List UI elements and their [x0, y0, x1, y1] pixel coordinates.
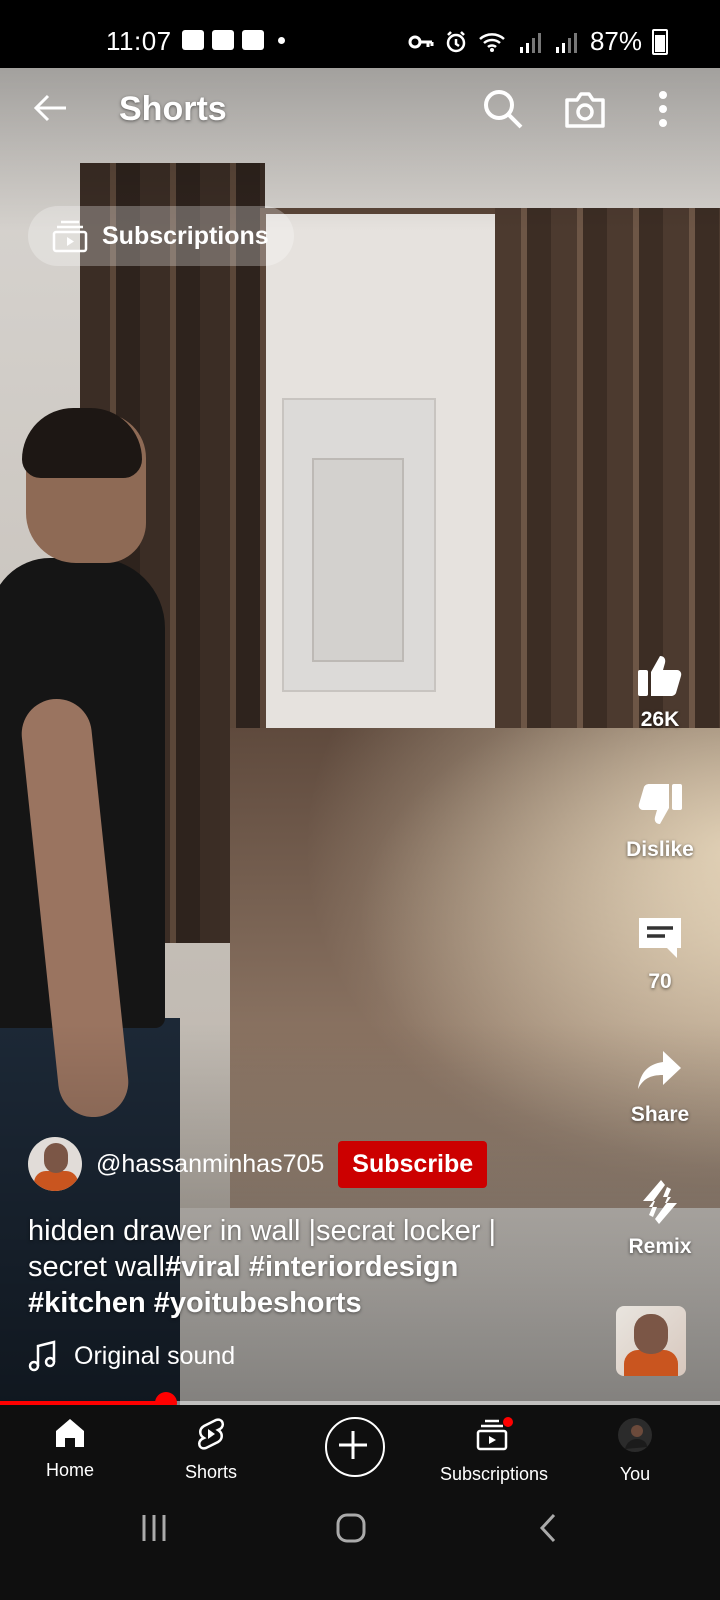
description-hashtags-2[interactable]: #kitchen #yoitubeshorts — [28, 1287, 362, 1319]
wifi-icon — [479, 32, 505, 52]
signal-icon-2 — [555, 32, 577, 53]
back-system-icon[interactable] — [532, 1511, 566, 1545]
sound-row[interactable]: Original sound — [28, 1340, 235, 1372]
search-icon[interactable] — [482, 88, 524, 130]
profile-avatar-icon — [618, 1418, 652, 1452]
more-vertical-icon[interactable] — [652, 88, 674, 130]
home-icon — [56, 1419, 84, 1447]
vpn-key-icon — [408, 35, 434, 48]
create-button[interactable] — [325, 1417, 385, 1477]
sound-label: Original sound — [74, 1341, 236, 1370]
remix-label: Remix — [628, 1235, 692, 1258]
subscriptions-chip-label: Subscriptions — [102, 221, 269, 250]
alarm-icon — [446, 30, 466, 52]
plus-icon — [339, 1431, 367, 1459]
channel-handle[interactable]: @hassanminhas705 — [96, 1150, 324, 1179]
status-right: 87% — [408, 26, 668, 57]
back-arrow-icon[interactable] — [30, 88, 70, 128]
remix-button[interactable]: Remix — [600, 1177, 720, 1259]
notification-icons — [182, 30, 285, 50]
like-count: 26K — [640, 708, 680, 731]
status-time: 11:07 — [106, 26, 172, 56]
subscriptions-chip[interactable]: Subscriptions — [28, 206, 294, 266]
comment-icon — [639, 918, 681, 958]
thumbs-up-icon — [638, 656, 682, 696]
channel-row: @hassanminhas705 Subscribe — [28, 1137, 488, 1191]
camera-icon[interactable] — [563, 88, 607, 130]
subscriptions-icon — [52, 220, 88, 253]
gallery-notification-icon — [182, 30, 204, 50]
nav-home[interactable]: Home — [0, 1417, 140, 1481]
channel-avatar[interactable] — [28, 1137, 82, 1191]
avatar-face — [44, 1143, 68, 1173]
nav-you[interactable]: You — [565, 1417, 705, 1485]
music-note-icon — [28, 1340, 56, 1372]
comments-count: 70 — [648, 970, 672, 993]
like-button[interactable]: 26K — [600, 650, 720, 732]
bottom-nav: Home Shorts Subscriptions You — [0, 1405, 720, 1502]
battery-icon — [652, 28, 668, 55]
share-button[interactable]: Share — [600, 1045, 720, 1127]
nav-subscriptions[interactable]: Subscriptions — [424, 1417, 564, 1485]
page-title: Shorts — [119, 90, 227, 128]
shorts-icon — [197, 1418, 225, 1450]
home-system-icon[interactable] — [334, 1511, 368, 1545]
battery-percent: 87% — [589, 26, 642, 56]
nav-shorts-label: Shorts — [184, 1462, 238, 1482]
share-icon — [638, 1051, 681, 1089]
sound-thumbnail[interactable] — [616, 1306, 686, 1376]
sound-thumbnail-face — [634, 1314, 668, 1354]
nav-subscriptions-label: Subscriptions — [439, 1464, 549, 1484]
subscriptions-nav-icon — [476, 1417, 513, 1451]
avatar-shirt — [34, 1171, 78, 1191]
youtube-notification-icon-2 — [242, 30, 264, 50]
more-notifications-dot-icon — [278, 36, 285, 44]
status-bar: 11:07 87% — [0, 0, 720, 68]
remix-icon — [643, 1180, 677, 1224]
dislike-button[interactable]: Dislike — [600, 780, 720, 862]
signal-icon — [519, 32, 541, 53]
comments-button[interactable]: 70 — [600, 912, 720, 994]
nav-you-label: You — [619, 1464, 651, 1484]
nav-shorts[interactable]: Shorts — [141, 1417, 281, 1483]
share-label: Share — [630, 1103, 690, 1126]
dislike-label: Dislike — [626, 838, 694, 861]
youtube-notification-icon — [212, 30, 234, 50]
video-description[interactable]: hidden drawer in wall |secrat locker | s… — [28, 1213, 568, 1321]
recent-apps-icon[interactable] — [137, 1511, 171, 1545]
description-hashtags-1[interactable]: #viral #interiordesign — [165, 1251, 458, 1283]
nav-home-label: Home — [45, 1460, 94, 1480]
system-navigation-bar — [0, 1502, 720, 1600]
thumbs-down-icon — [638, 784, 682, 824]
subscribe-button[interactable]: Subscribe — [338, 1140, 488, 1188]
